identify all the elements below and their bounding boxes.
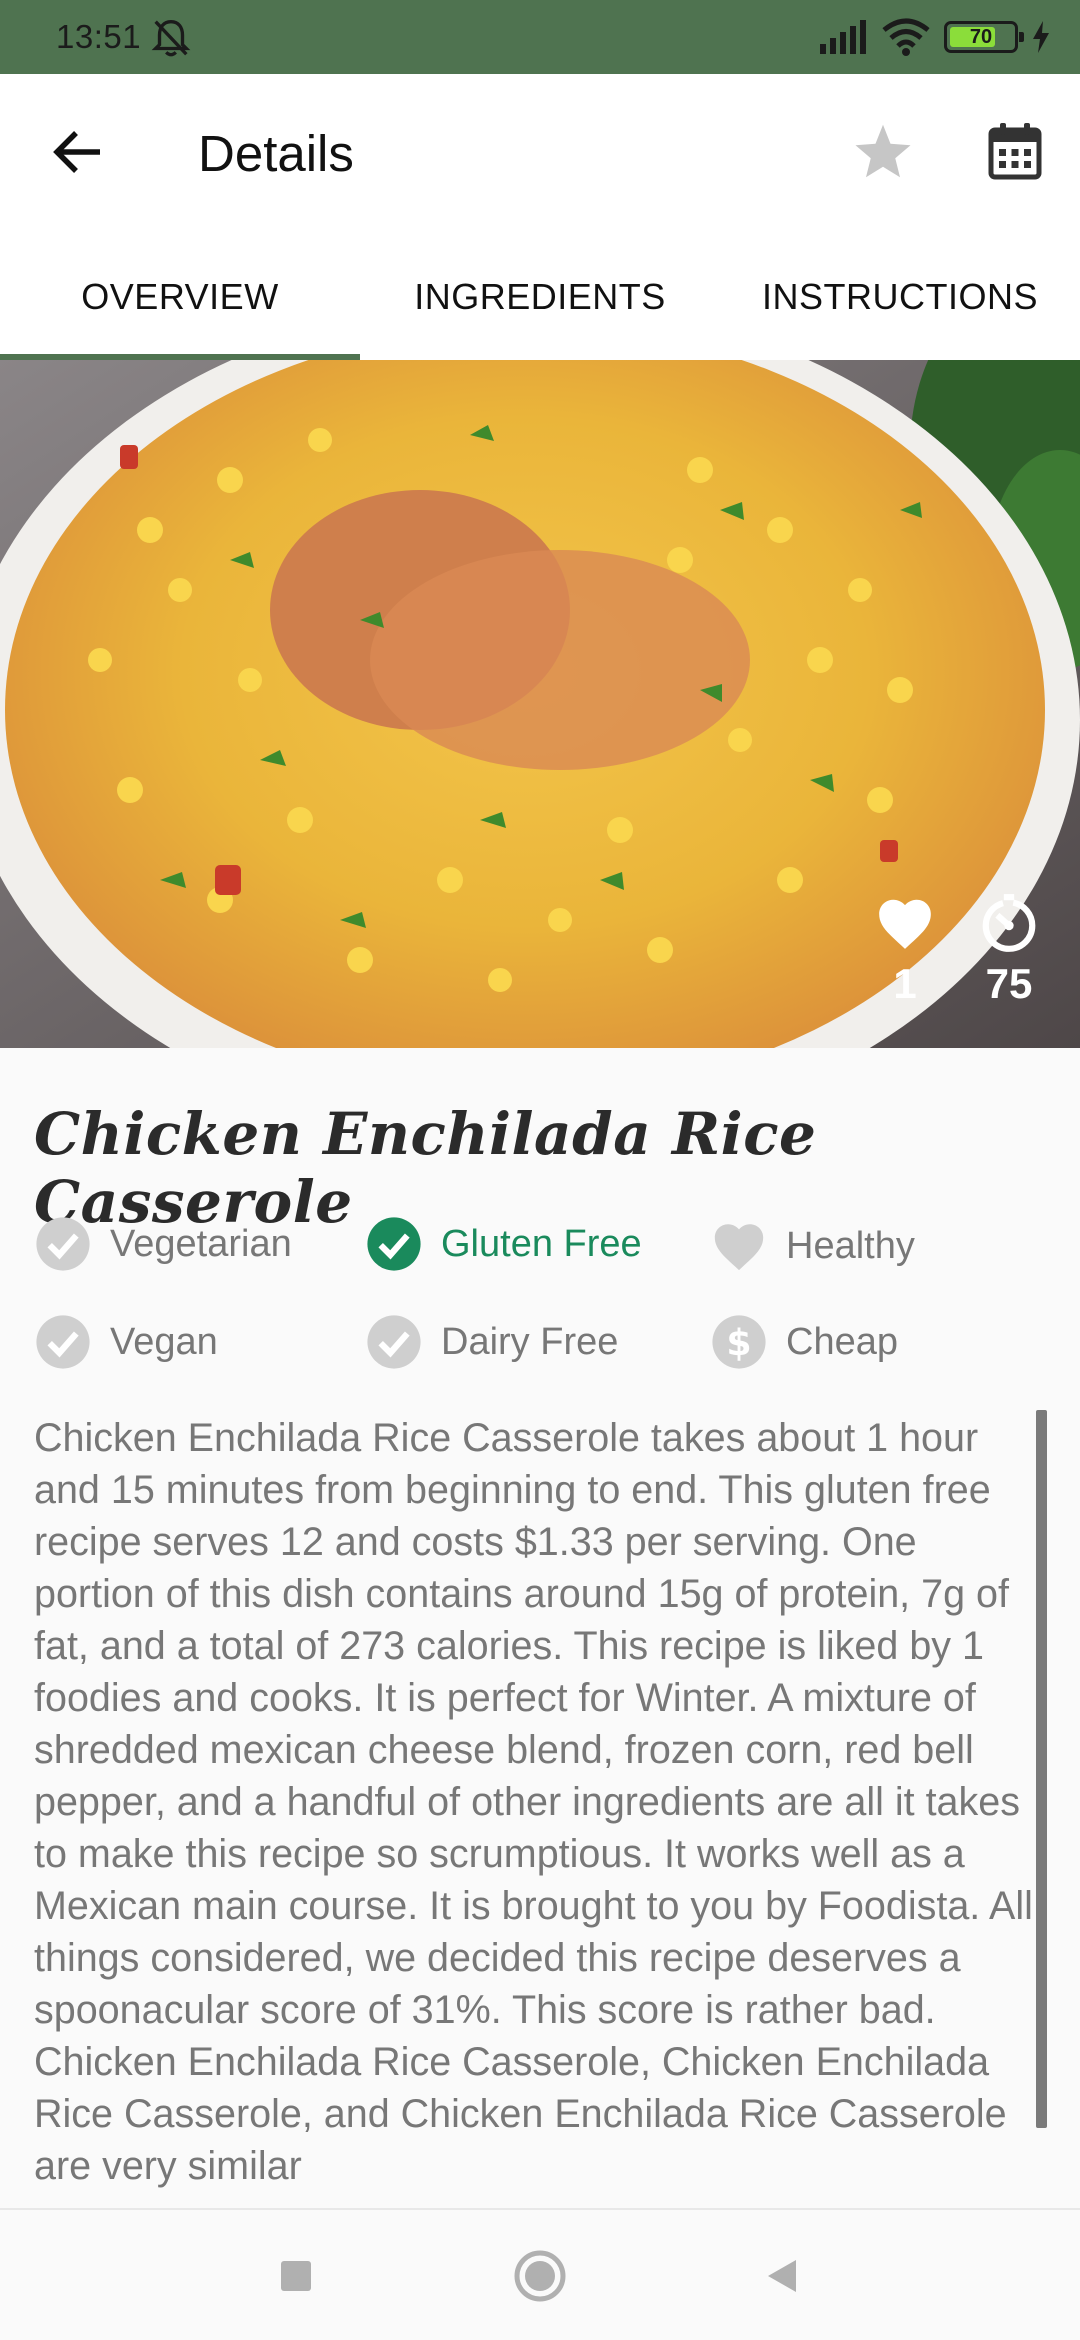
heart-icon xyxy=(879,899,931,949)
do-not-disturb-icon xyxy=(151,19,191,57)
back-nav-button[interactable] xyxy=(746,2240,818,2312)
badge-gluten-free: Gluten Free xyxy=(365,1215,642,1273)
time-count: 75 xyxy=(985,960,1033,1007)
badge-label: Cheap xyxy=(786,1320,898,1363)
check-circle-icon xyxy=(367,1315,421,1369)
triangle-back-icon xyxy=(768,2260,796,2292)
badge-label: Vegan xyxy=(110,1320,218,1363)
status-bar: 13:51 70 xyxy=(0,0,1080,74)
system-nav-bar xyxy=(0,2208,1080,2340)
signal-icon xyxy=(820,20,866,54)
timer-icon xyxy=(982,894,1036,952)
summary-scrollbar[interactable] xyxy=(1036,1410,1047,2128)
recipe-summary: Chicken Enchilada Rice Casserole takes a… xyxy=(34,1416,1033,2188)
badge-healthy: Healthy xyxy=(710,1217,915,1275)
back-button[interactable] xyxy=(40,114,116,190)
likes-count: 1 xyxy=(893,960,917,1007)
favorite-button[interactable] xyxy=(848,116,918,186)
check-circle-icon xyxy=(367,1217,421,1271)
recipe-image: 1 75 xyxy=(0,360,1080,1048)
status-icons: 70 xyxy=(818,14,1050,60)
tab-ingredients[interactable]: INGREDIENTS xyxy=(360,234,720,360)
badge-vegan: Vegan xyxy=(34,1313,218,1371)
likes-stat: 1 xyxy=(874,892,936,1008)
home-button[interactable] xyxy=(504,2240,576,2312)
app-toolbar: Details xyxy=(0,74,1080,234)
dollar-circle-icon: $ xyxy=(712,1315,766,1369)
time-stat: 75 xyxy=(978,892,1040,1008)
calendar-icon xyxy=(988,123,1042,180)
home-circle-icon xyxy=(514,2250,566,2302)
badge-label: Vegetarian xyxy=(110,1222,292,1265)
meal-plan-button[interactable] xyxy=(980,116,1050,186)
badge-label: Gluten Free xyxy=(441,1222,642,1265)
badge-cheap: $ Cheap xyxy=(710,1313,898,1371)
tab-bar: OVERVIEW INGREDIENTS INSTRUCTIONS xyxy=(0,234,1080,360)
svg-text:$: $ xyxy=(726,1321,751,1364)
page-title: Details xyxy=(198,125,354,182)
battery-indicator: 70 xyxy=(944,21,1024,53)
badge-vegetarian: Vegetarian xyxy=(34,1215,292,1273)
check-circle-icon xyxy=(36,1217,90,1271)
tab-instructions[interactable]: INSTRUCTIONS xyxy=(720,234,1080,360)
square-icon xyxy=(281,2261,311,2291)
heart-icon xyxy=(714,1224,764,1271)
status-time: 13:51 xyxy=(56,18,142,55)
star-icon xyxy=(855,124,911,178)
recents-button[interactable] xyxy=(260,2240,332,2312)
tab-overview[interactable]: OVERVIEW xyxy=(0,234,360,360)
badge-label: Healthy xyxy=(786,1224,915,1267)
check-circle-icon xyxy=(36,1315,90,1369)
wifi-icon xyxy=(882,18,930,56)
recipe-stats: 1 75 xyxy=(874,892,1040,1008)
badge-dairy-free: Dairy Free xyxy=(365,1313,618,1371)
badge-label: Dairy Free xyxy=(441,1320,619,1363)
charging-icon xyxy=(1033,21,1049,53)
arrow-left-icon xyxy=(53,131,100,173)
battery-level: 70 xyxy=(969,25,993,48)
